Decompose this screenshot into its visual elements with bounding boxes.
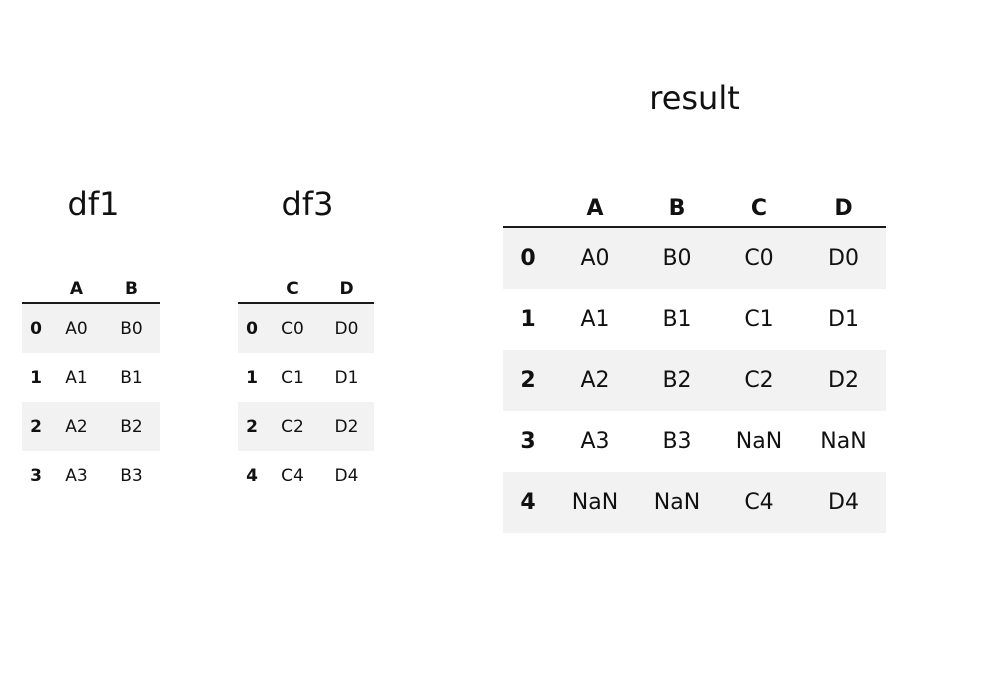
cell-result-3-d: NaN [820,429,867,454]
index-header-result [503,181,553,228]
row-index-df1-0: 0 [22,303,50,353]
row-index-result-4: 4 [503,472,553,533]
cell-df1-2-b: B2 [103,402,160,451]
dataframe-panel-df1: df1 A B 0 A0 B0 1 A1 B1 2 A2 B2 3 A3 B3 [22,188,165,500]
dataframe-table-df3: C D 0 C0 D0 1 C1 D1 2 C2 D2 4 C4 D4 [238,267,374,500]
dataframe-header-row-result: A B C D [503,181,886,228]
cell-result-4-a: NaN [553,472,637,533]
cell-result-2-d: D2 [801,350,886,411]
column-header-df3-c: C [266,267,319,304]
cell-result-0-b: B0 [637,227,717,289]
dataframe-panel-result: result A B C D 0 A0 B0 C0 D0 1 A1 B1 C1 … [503,82,886,533]
cell-result-4-c: C4 [717,472,801,533]
cell-df3-2-c: C2 [266,402,319,451]
table-row: 1 C1 D1 [238,353,374,402]
dataframe-title-result: result [649,79,740,117]
dataframe-header-row-df1: A B [22,267,160,304]
cell-result-3-c: NaN [735,429,783,454]
cell-df1-0-b: B0 [103,303,160,353]
cell-df3-4-d: D4 [334,465,359,486]
row-index-result-3: 3 [520,429,536,454]
row-index-df1-1: 1 [30,367,42,388]
column-header-result-c: C [717,181,801,228]
dataframe-head-result: A B C D [503,181,886,228]
cell-df3-1-d: D1 [334,367,359,388]
row-index-df1-3: 3 [30,465,42,486]
table-row: 1 A1 B1 [22,353,160,402]
table-row: 4 C4 D4 [238,451,374,500]
column-header-result-d: D [801,181,886,228]
cell-df3-4-c: C4 [281,465,304,486]
cell-result-2-b: B2 [637,350,717,411]
row-index-df3-2: 2 [238,402,266,451]
cell-df1-3-a: A3 [65,465,88,486]
cell-df3-1-c: C1 [281,367,304,388]
table-row: 0 A0 B0 C0 D0 [503,227,886,289]
cell-result-4-b: NaN [637,472,717,533]
row-index-df3-0: 0 [238,303,266,353]
dataframe-body-df1: 0 A0 B0 1 A1 B1 2 A2 B2 3 A3 B3 [22,303,160,500]
cell-df1-3-b: B3 [120,465,143,486]
cell-result-0-a: A0 [553,227,637,289]
table-row: 1 A1 B1 C1 D1 [503,289,886,350]
cell-result-3-a: A3 [580,429,610,454]
index-header-df1 [22,267,50,304]
dataframe-head-df1: A B [22,267,160,304]
cell-df3-0-d: D0 [319,303,374,353]
dataframe-header-row-df3: C D [238,267,374,304]
dataframe-title-df3: df3 [281,185,334,223]
cell-result-1-b: B1 [662,307,692,332]
cell-result-0-c: C0 [717,227,801,289]
row-index-df1-2: 2 [22,402,50,451]
cell-result-1-c: C1 [744,307,774,332]
cell-result-4-d: D4 [801,472,886,533]
dataframe-title-df1: df1 [67,185,120,223]
cell-df1-0-a: A0 [50,303,103,353]
dataframe-head-df3: C D [238,267,374,304]
dataframe-body-result: 0 A0 B0 C0 D0 1 A1 B1 C1 D1 2 A2 B2 C2 D… [503,227,886,533]
table-row: 0 A0 B0 [22,303,160,353]
row-index-df3-1: 1 [246,367,258,388]
cell-result-0-d: D0 [801,227,886,289]
table-row: 3 A3 B3 [22,451,160,500]
cell-result-1-d: D1 [828,307,859,332]
cell-df3-0-c: C0 [266,303,319,353]
cell-df1-2-a: A2 [50,402,103,451]
cell-df1-1-b: B1 [120,367,143,388]
dataframe-panel-df3: df3 C D 0 C0 D0 1 C1 D1 2 C2 D2 4 C4 D4 [238,188,377,500]
cell-result-2-c: C2 [717,350,801,411]
table-row: 3 A3 B3 NaN NaN [503,411,886,472]
table-row: 0 C0 D0 [238,303,374,353]
column-header-result-b: B [637,181,717,228]
dataframe-table-result: A B C D 0 A0 B0 C0 D0 1 A1 B1 C1 D1 2 A2… [503,181,886,533]
column-header-df1-a: A [50,267,103,304]
cell-df3-2-d: D2 [319,402,374,451]
row-index-result-1: 1 [520,307,536,332]
cell-result-2-a: A2 [553,350,637,411]
index-header-df3 [238,267,266,304]
dataframe-body-df3: 0 C0 D0 1 C1 D1 2 C2 D2 4 C4 D4 [238,303,374,500]
table-row: 2 A2 B2 [22,402,160,451]
row-index-result-0: 0 [503,227,553,289]
table-row: 4 NaN NaN C4 D4 [503,472,886,533]
cell-df1-1-a: A1 [65,367,88,388]
column-header-df3-d: D [319,267,374,304]
row-index-df3-4: 4 [246,465,258,486]
column-header-df1-b: B [103,267,160,304]
cell-result-1-a: A1 [580,307,610,332]
dataframe-table-df1: A B 0 A0 B0 1 A1 B1 2 A2 B2 3 A3 B3 [22,267,160,500]
diagram-canvas: df1 A B 0 A0 B0 1 A1 B1 2 A2 B2 3 A3 B3 … [0,0,1000,692]
column-header-result-a: A [553,181,637,228]
row-index-result-2: 2 [503,350,553,411]
cell-result-3-b: B3 [662,429,692,454]
table-row: 2 A2 B2 C2 D2 [503,350,886,411]
table-row: 2 C2 D2 [238,402,374,451]
